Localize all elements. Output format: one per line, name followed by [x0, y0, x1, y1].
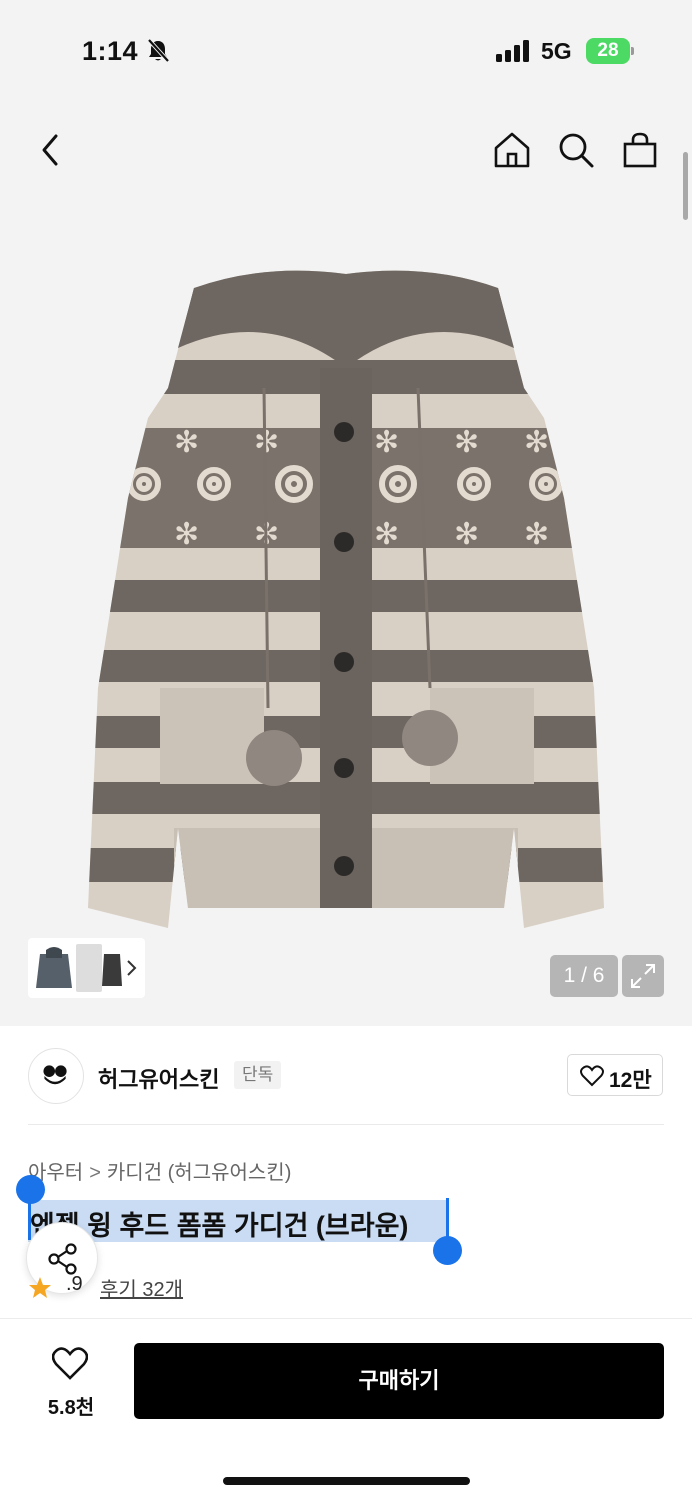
brand-name[interactable]: 허그유어스킨: [98, 1062, 219, 1094]
breadcrumb-item-cardigan[interactable]: 카디건 (허그유어스킨): [107, 1156, 291, 1185]
back-icon[interactable]: [34, 130, 66, 170]
thumbnail-image[interactable]: [76, 944, 102, 992]
breadcrumb-separator: >: [89, 1162, 101, 1184]
status-bar: 1:14 5G 28: [0, 0, 692, 100]
svg-text:✻: ✻: [374, 425, 399, 460]
expand-button[interactable]: [622, 955, 664, 997]
svg-text:✻: ✻: [174, 425, 199, 460]
thumbnail-image[interactable]: [102, 946, 122, 990]
shopping-bag-icon[interactable]: [620, 130, 660, 170]
svg-text:✻: ✻: [524, 517, 549, 552]
divider: [28, 1124, 664, 1125]
review-link[interactable]: 후기 32개: [100, 1273, 183, 1302]
product-image: ✻ ✻ ✻ ✻ ✻ ✻ ✻ ✻ ✻ ✻: [88, 270, 604, 928]
thumbnail-strip[interactable]: [28, 938, 145, 998]
battery-level: 28: [597, 40, 619, 61]
rating-value: .9: [66, 1273, 83, 1295]
expand-icon: [631, 964, 655, 988]
product-gallery[interactable]: ✻ ✻ ✻ ✻ ✻ ✻ ✻ ✻ ✻ ✻ 1 / 6: [0, 100, 692, 1026]
breadcrumb: 아우터 > 카디건 (허그유어스킨): [28, 1156, 291, 1185]
heart-icon: [580, 1065, 604, 1087]
scrollbar[interactable]: [683, 152, 688, 220]
brand-logo[interactable]: [28, 1048, 84, 1104]
brand-like-button[interactable]: 12만: [567, 1054, 663, 1096]
chevron-right-icon[interactable]: [124, 958, 138, 978]
svg-text:✻: ✻: [374, 517, 399, 552]
buy-button[interactable]: 구매하기: [134, 1343, 664, 1419]
battery-icon: 28: [586, 38, 634, 64]
wishlist-count: 5.8천: [47, 1397, 95, 1419]
status-time: 1:14: [82, 36, 139, 66]
exclusive-badge: 단독: [234, 1061, 282, 1089]
home-indicator[interactable]: [223, 1477, 470, 1485]
svg-text:✻: ✻: [454, 425, 479, 460]
svg-text:✻: ✻: [454, 517, 479, 552]
bottom-action-bar: 5.8천 구매하기: [0, 1318, 692, 1500]
page-counter: 1 / 6: [550, 955, 618, 997]
svg-text:✻: ✻: [254, 425, 279, 460]
wishlist-button[interactable]: 5.8천: [40, 1347, 102, 1427]
share-icon: [48, 1243, 77, 1275]
search-icon[interactable]: [556, 130, 596, 170]
bell-muted-icon: [147, 38, 170, 63]
svg-text:✻: ✻: [174, 517, 199, 552]
svg-text:✻: ✻: [524, 425, 549, 460]
network-type: 5G: [541, 38, 572, 64]
brand-like-count: 12만: [609, 1069, 652, 1092]
home-icon[interactable]: [492, 130, 532, 170]
signal-icon: [496, 40, 529, 62]
brand-logo-mark: [43, 1065, 67, 1085]
heart-icon: [52, 1347, 88, 1380]
thumbnail-image[interactable]: [34, 944, 74, 992]
selection-handle-start[interactable]: [16, 1175, 45, 1204]
selection-handle-end[interactable]: [433, 1236, 462, 1265]
star-icon: [29, 1277, 51, 1298]
